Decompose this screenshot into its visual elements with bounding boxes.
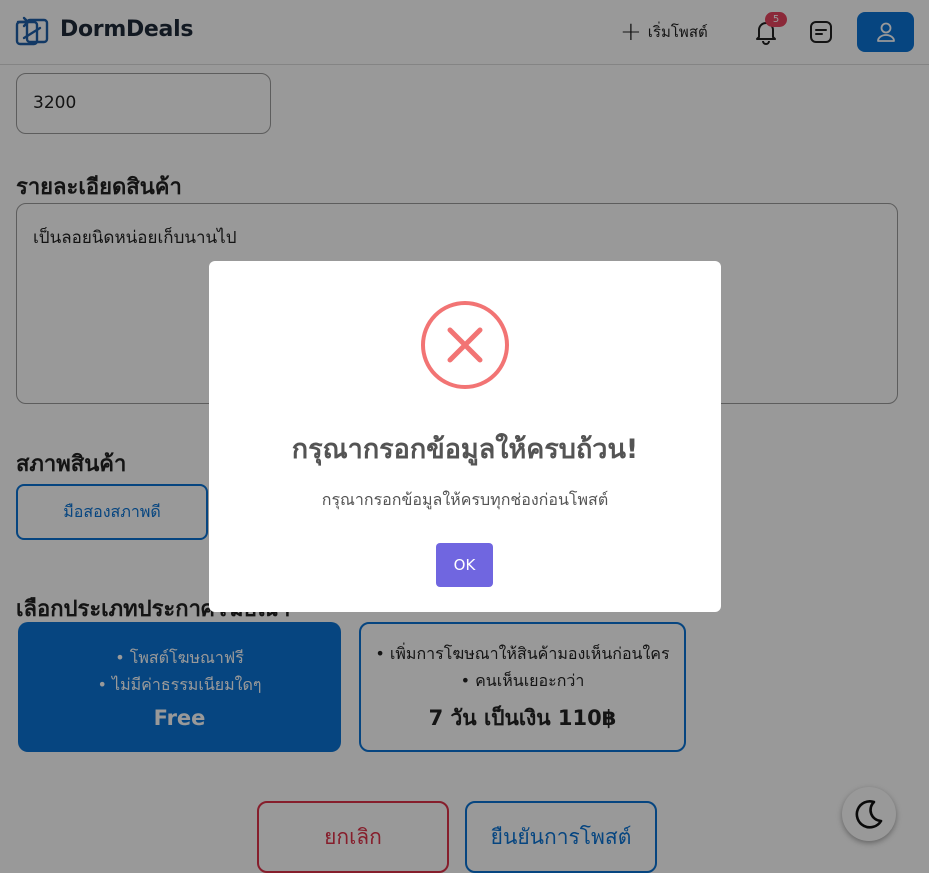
error-x-icon <box>421 301 509 389</box>
dialog-title: กรุณากรอกข้อมูลให้ครบถ้วน! <box>291 434 639 465</box>
ok-button[interactable]: OK <box>436 543 493 587</box>
dialog-message: กรุณากรอกข้อมูลให้ครบทุกช่องก่อนโพสต์ <box>321 490 609 509</box>
error-dialog: กรุณากรอกข้อมูลให้ครบถ้วน! กรุณากรอกข้อม… <box>209 261 721 612</box>
